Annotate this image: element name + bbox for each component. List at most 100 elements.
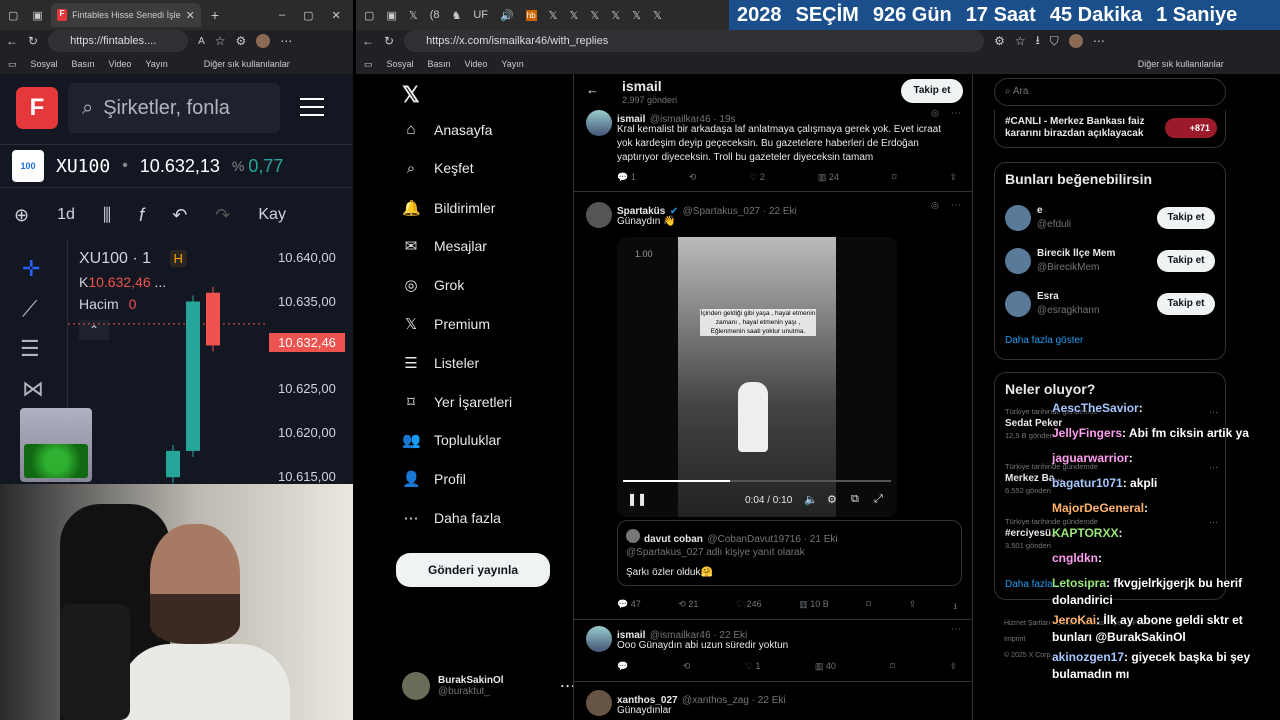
minimize-icon[interactable]: – [279, 9, 285, 21]
tab-x-5[interactable]: 𝕏 [611, 9, 620, 22]
nav-item-home[interactable]: ⌂ Anasayfa [402, 121, 492, 138]
tab-x-6[interactable]: 𝕏 [632, 9, 641, 22]
download-icon[interactable]: ⭳ [1036, 31, 1040, 52]
video-player[interactable]: 1.00 İçinden geldiği gibi yaşa , hayal e… [617, 237, 897, 517]
views-icon[interactable]: ▥ 10 B [799, 599, 829, 615]
follow-button[interactable]: Takip et [901, 79, 963, 103]
nav-item-notifications[interactable]: 🔔 Bildirimler [402, 199, 495, 217]
bookmark-other[interactable]: Diğer sık kullanılanlar [204, 59, 290, 69]
back-icon[interactable]: ← [362, 34, 374, 48]
footer-imprint[interactable]: Imprint [1004, 636, 1025, 643]
nav-item-grok[interactable]: ◎ Grok [402, 276, 464, 294]
tab-x-2[interactable]: 𝕏 [549, 9, 558, 22]
grok-icon[interactable]: ◎ [931, 200, 939, 211]
refresh-icon[interactable]: ↻ [384, 34, 394, 48]
nav-item-communities[interactable]: 👥 Topluluklar [402, 431, 501, 449]
symbol-name[interactable]: XU100 [56, 156, 110, 177]
bookmark-basin[interactable]: Basın [428, 59, 451, 69]
nav-item-bookmarks[interactable]: ⌑ Yer İşaretleri [402, 393, 512, 411]
pattern-icon[interactable]: ⋈ [22, 376, 44, 402]
reply-icon[interactable]: 💬 47 [617, 599, 641, 615]
favorites-icon[interactable]: ☆ [1015, 34, 1026, 48]
maximize-icon[interactable]: ▢ [303, 9, 313, 22]
live-news-card[interactable]: #CANLI - Merkez Bankası faiz kararını bi… [994, 110, 1226, 148]
bookmark-yayin[interactable]: Yayın [501, 59, 523, 69]
tab-x-4[interactable]: 𝕏 [590, 9, 599, 22]
nav-item-premium[interactable]: 𝕏 Premium [402, 315, 490, 333]
suggestion-follow-button[interactable]: Takip et [1157, 250, 1215, 272]
tab-x-3[interactable]: 𝕏 [570, 9, 579, 22]
tab-list-icon[interactable]: ▣ [386, 9, 396, 22]
bookmark-yayin[interactable]: Yayın [145, 59, 167, 69]
tab-x-1[interactable]: 𝕏 [409, 9, 418, 22]
tab-hint-2[interactable]: UF [473, 9, 488, 21]
share-icon[interactable]: ⇪ [949, 661, 957, 672]
favorite-star-icon[interactable]: ☆ [215, 34, 226, 48]
retweet-icon[interactable]: ⟲ 21 [678, 599, 698, 615]
hamburger-menu-icon[interactable] [300, 98, 324, 116]
like-icon[interactable]: ♡ 2 [749, 172, 765, 183]
tweet-more-icon[interactable]: ⋯ [951, 624, 961, 635]
favorites-icon[interactable]: ▭ [8, 59, 17, 70]
tab-actions-icon[interactable]: ▢ [364, 9, 374, 22]
download-icon[interactable]: ⭳ [954, 599, 957, 615]
tweet-handle[interactable]: @Spartakus_027 · 22 Eki [683, 206, 797, 217]
read-aloud-icon[interactable]: A [198, 36, 205, 47]
tweet[interactable]: ismail @ismailkar46 · 22 Eki ⋯ Ooo Günay… [574, 620, 972, 682]
tab-actions-icon[interactable]: ▢ [8, 9, 18, 22]
reply-icon[interactable]: 💬 [617, 661, 628, 672]
close-tab-icon[interactable]: ✕ [186, 9, 195, 22]
tab-hint-3[interactable]: hb [525, 9, 537, 21]
like-icon[interactable]: ♡ 246 [736, 599, 762, 615]
refresh-icon[interactable]: ↻ [28, 34, 38, 48]
tweet[interactable]: Spartaküs ✔ @Spartakus_027 · 22 Eki ◎ ⋯ … [574, 192, 972, 620]
nav-item-more[interactable]: ⋯ Daha fazla [402, 509, 501, 527]
back-arrow-icon[interactable]: ← [586, 82, 599, 97]
bookmark-icon[interactable]: ⌑ [866, 599, 871, 615]
candle-type-icon[interactable]: ⫼ [103, 205, 111, 226]
shield-icon[interactable]: ⛉ [1050, 34, 1059, 49]
views-icon[interactable]: ▥ 24 [818, 172, 839, 183]
video-progress[interactable] [623, 480, 891, 482]
extensions-icon[interactable]: ⚙ [236, 34, 247, 48]
menu-dots-icon[interactable]: ⋯ [1093, 34, 1105, 48]
trendline-icon[interactable]: ⟋ [22, 296, 37, 322]
bookmark-basin[interactable]: Basın [72, 59, 95, 69]
profile-avatar[interactable] [1068, 34, 1083, 48]
grok-icon[interactable]: ◎ [931, 108, 939, 119]
settings-icon[interactable]: ⚙ [827, 493, 837, 506]
back-icon[interactable]: ← [6, 34, 18, 48]
x-search-box[interactable]: ⌕ Ara [994, 78, 1226, 106]
menu-dots-icon[interactable]: ⋯ [280, 34, 292, 48]
x-logo-icon[interactable]: 𝕏 [402, 82, 420, 108]
sound-icon[interactable]: 🔊 [500, 9, 514, 22]
profile-avatar[interactable] [256, 34, 271, 48]
close-window-icon[interactable]: ✕ [332, 9, 341, 22]
nav-item-explore[interactable]: ⌕ Keşfet [402, 160, 474, 177]
suggestion-item[interactable]: e @efduli Takip et [1005, 201, 1217, 237]
undo-icon[interactable]: ↶ [172, 205, 187, 226]
interval-selector[interactable]: 1d [57, 206, 75, 224]
favorites-icon[interactable]: ▭ [364, 59, 373, 70]
new-tab-icon[interactable]: + [211, 7, 219, 23]
fib-icon[interactable]: ☰ [20, 336, 40, 362]
nav-item-messages[interactable]: ✉ Mesajlar [402, 237, 487, 255]
post-button[interactable]: Gönderi yayınla [396, 553, 550, 587]
tab-fintables[interactable]: F Fintables Hisse Senedi İşlem El ✕ [50, 3, 201, 27]
bookmark-video[interactable]: Video [109, 59, 132, 69]
crosshair-icon[interactable]: ✛ [22, 256, 40, 282]
retweet-icon[interactable]: ⟲ [683, 661, 691, 672]
fintables-search[interactable]: ⌕ Şirketler, fonla [68, 83, 280, 133]
bookmark-icon[interactable]: ⌑ [890, 661, 895, 672]
tab-x-7[interactable]: 𝕏 [653, 9, 662, 22]
nav-item-lists[interactable]: ☰ Listeler [402, 354, 479, 372]
bookmark-icon[interactable]: ⌑ [892, 172, 897, 183]
bookmark-sosyal[interactable]: Sosyal [387, 59, 414, 69]
right-address-bar[interactable]: https://x.com/ismailkar46/with_replies [404, 30, 985, 52]
indicators-icon[interactable]: f [139, 205, 144, 226]
tab-hint-1[interactable]: (8 [430, 9, 440, 21]
fintables-logo[interactable]: F [16, 87, 58, 129]
quote-tweet[interactable]: davut coban @CobanDavut19716 · 21 Eki @S… [617, 520, 962, 586]
bookmark-other[interactable]: Diğer sık kullanılanlar [1138, 59, 1224, 69]
share-icon[interactable]: ⇪ [909, 599, 917, 615]
